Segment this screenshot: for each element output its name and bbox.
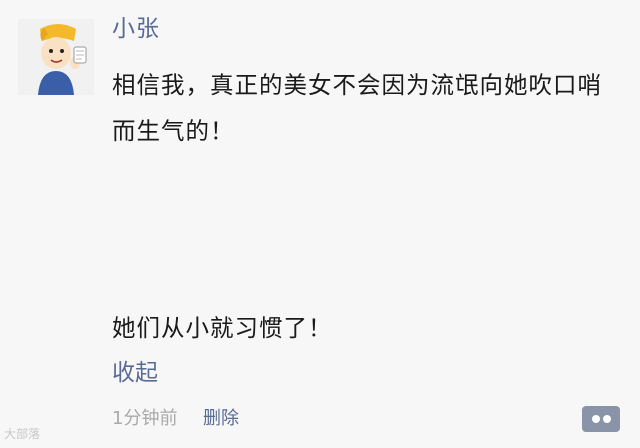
post-text: 相信我，真正的美女不会因为流氓向她吹口哨而生气的！ xyxy=(112,71,602,145)
cartoon-boy-icon xyxy=(38,24,87,95)
delete-button[interactable]: 删除 xyxy=(203,405,239,433)
comment-dots-icon xyxy=(603,415,611,423)
post-text-followup: 她们从小就习惯了！ xyxy=(112,314,333,342)
collapse-button[interactable]: 收起 xyxy=(112,356,158,390)
comment-dots-icon xyxy=(592,415,600,423)
comment-button[interactable] xyxy=(582,406,620,432)
watermark: 大部落 xyxy=(4,427,41,441)
author-name[interactable]: 小张 xyxy=(112,13,160,45)
moments-post: 小张 相信我，真正的美女不会因为流氓向她吹口哨而生气的！ 她们从小就习惯了！ 收… xyxy=(0,0,640,448)
post-timestamp: 1分钟前 xyxy=(112,408,178,429)
avatar[interactable] xyxy=(18,19,94,95)
